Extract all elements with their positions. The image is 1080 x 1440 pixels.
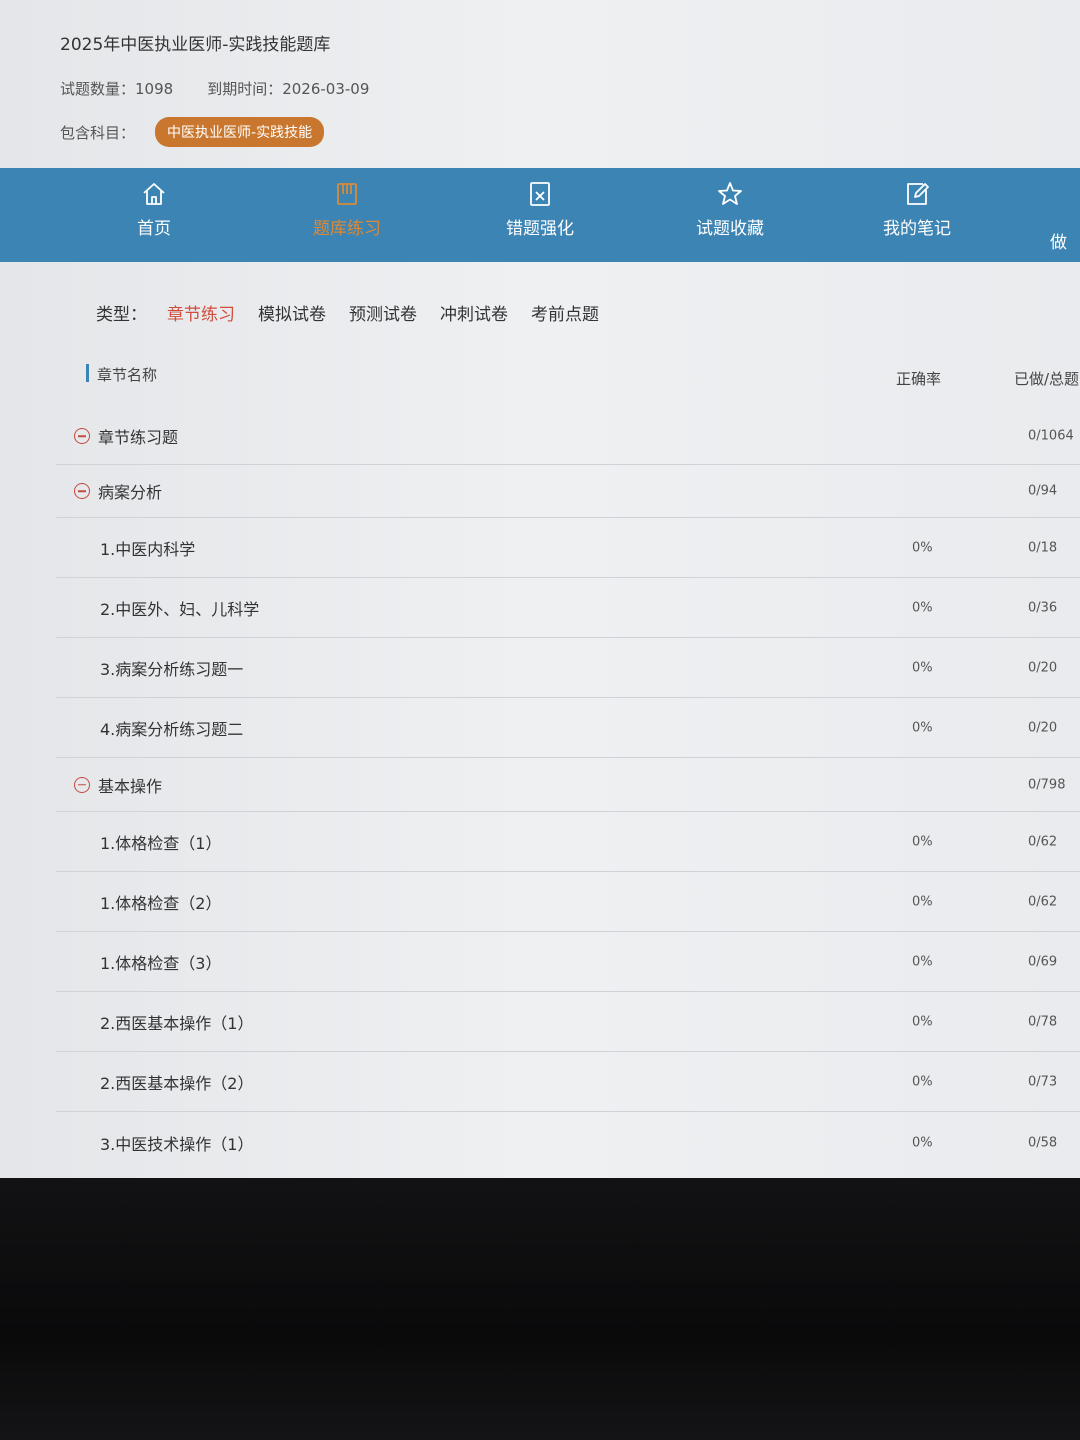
- chapter-name: 2.中医外、妇、儿科学: [100, 599, 260, 619]
- filter-predict[interactable]: 预测试卷: [349, 300, 417, 325]
- table-header: 章节名称 正确率 已做/总题: [56, 346, 1080, 408]
- accuracy: 0%: [912, 600, 933, 615]
- monitor-bezel: [0, 1178, 1080, 1440]
- collapse-icon[interactable]: [74, 483, 90, 499]
- chapter-name: 2.西医基本操作（2）: [100, 1073, 254, 1093]
- nav-more[interactable]: 做: [1050, 228, 1080, 253]
- type-label: 类型：: [96, 304, 147, 325]
- expire-value: 2026-03-09: [282, 80, 370, 98]
- table-row[interactable]: 4.病案分析练习题二 0% 0/20: [56, 698, 1080, 758]
- chapter-group[interactable]: 基本操作 0/798: [56, 758, 1080, 812]
- chapter-group[interactable]: 章节练习题 0/1064: [56, 408, 1080, 465]
- accuracy: 0%: [912, 834, 933, 849]
- done-total: 0/69: [1028, 954, 1058, 969]
- expire-label: 到期时间：: [207, 80, 283, 98]
- page-title: 2025年中医执业医师-实践技能题库: [60, 35, 331, 55]
- filter-final-tips[interactable]: 考前点题: [531, 300, 599, 325]
- wrong-questions-icon: [530, 182, 550, 206]
- done-total: 0/1064: [1028, 428, 1074, 444]
- done-total: 0/62: [1028, 894, 1058, 909]
- home-icon: [143, 183, 165, 205]
- col-accuracy: 正确率: [896, 370, 942, 388]
- done-total: 0/58: [1028, 1135, 1058, 1151]
- bank-info: 试题数量：1098 到期时间：2026-03-09: [60, 78, 369, 99]
- table-row[interactable]: 3.病案分析练习题一 0% 0/20: [56, 638, 1080, 698]
- nav-practice[interactable]: 题库练习: [287, 180, 407, 239]
- done-total: 0/62: [1028, 834, 1058, 849]
- table-row[interactable]: 1.体格检查（1） 0% 0/62: [56, 812, 1080, 872]
- collapse-icon[interactable]: [74, 428, 90, 444]
- nav-favorites[interactable]: 试题收藏: [670, 180, 790, 239]
- nav-home[interactable]: 首页: [94, 180, 214, 239]
- table-row[interactable]: 2.中医外、妇、儿科学 0% 0/36: [56, 578, 1080, 638]
- accuracy: 0%: [912, 1074, 933, 1089]
- table-row[interactable]: 1.中医内科学 0% 0/18: [56, 518, 1080, 578]
- table-row[interactable]: 2.西医基本操作（1） 0% 0/78: [56, 992, 1080, 1052]
- done-total: 0/78: [1028, 1014, 1058, 1029]
- accuracy: 0%: [912, 720, 933, 735]
- app-screen: 2025年中医执业医师-实践技能题库 试题数量：1098 到期时间：2026-03…: [0, 0, 1080, 1178]
- nav-notes[interactable]: 我的笔记: [857, 180, 977, 239]
- chapter-name: 病案分析: [98, 483, 163, 502]
- done-total: 0/20: [1028, 720, 1058, 735]
- type-filter: 类型： 章节练习 模拟试卷 预测试卷 冲刺试卷 考前点题: [56, 284, 1080, 340]
- subject-badge[interactable]: 中医执业医师-实践技能: [155, 117, 325, 147]
- chapter-name: 1.体格检查（2）: [100, 893, 222, 913]
- subject-label: 包含科目：: [60, 123, 136, 142]
- chapter-name: 1.体格检查（1）: [100, 833, 222, 853]
- done-total: 0/36: [1028, 600, 1058, 615]
- chapter-name: 4.病案分析练习题二: [100, 719, 244, 739]
- question-count-label: 试题数量：: [60, 80, 136, 98]
- chapter-name: 3.病案分析练习题一: [100, 659, 244, 679]
- question-count-value: 1098: [135, 80, 174, 98]
- done-total: 0/798: [1028, 777, 1066, 792]
- col-chapter-name: 章节名称: [97, 366, 158, 384]
- star-icon: [718, 182, 742, 205]
- chapter-table: 章节名称 正确率 已做/总题 章节练习题 0/1064 病案分析 0/94 1.…: [56, 346, 1080, 1174]
- accuracy: 0%: [912, 894, 933, 909]
- done-total: 0/20: [1028, 660, 1058, 675]
- subject-info: 包含科目： 中医执业医师-实践技能: [60, 117, 325, 147]
- done-total: 0/73: [1028, 1074, 1058, 1089]
- book-icon: [337, 183, 357, 205]
- done-total: 0/18: [1028, 540, 1058, 555]
- chapter-name: 2.西医基本操作（1）: [100, 1013, 254, 1033]
- col-done-total: 已做/总题: [1014, 370, 1080, 388]
- chapter-name: 1.体格检查（3）: [100, 953, 222, 973]
- chapter-name: 章节练习题: [98, 428, 179, 447]
- accuracy: 0%: [912, 954, 933, 969]
- accuracy: 0%: [912, 540, 933, 555]
- accuracy: 0%: [912, 660, 933, 675]
- main-nav: 首页 题库练习 错题强化 试题收藏 我的笔记 做: [0, 168, 1080, 262]
- table-row[interactable]: 3.中医技术操作（1） 0% 0/58: [56, 1112, 1080, 1174]
- header-accent-bar: [86, 364, 89, 382]
- done-total: 0/94: [1028, 483, 1058, 499]
- table-row[interactable]: 1.体格检查（3） 0% 0/69: [56, 932, 1080, 992]
- chapter-group[interactable]: 病案分析 0/94: [56, 465, 1080, 518]
- accuracy: 0%: [912, 1014, 933, 1029]
- filter-chapter[interactable]: 章节练习: [167, 300, 235, 325]
- filter-mock[interactable]: 模拟试卷: [258, 300, 326, 325]
- note-edit-icon: [907, 183, 929, 205]
- table-row[interactable]: 2.西医基本操作（2） 0% 0/73: [56, 1052, 1080, 1112]
- chapter-name: 基本操作: [98, 776, 163, 796]
- chapter-name: 3.中医技术操作（1）: [100, 1135, 254, 1154]
- nav-wrong-questions[interactable]: 错题强化: [480, 180, 600, 239]
- table-row[interactable]: 1.体格检查（2） 0% 0/62: [56, 872, 1080, 932]
- collapse-icon[interactable]: [74, 776, 90, 793]
- accuracy: 0%: [912, 1135, 933, 1151]
- filter-sprint[interactable]: 冲刺试卷: [440, 300, 508, 325]
- chapter-name: 1.中医内科学: [100, 539, 196, 559]
